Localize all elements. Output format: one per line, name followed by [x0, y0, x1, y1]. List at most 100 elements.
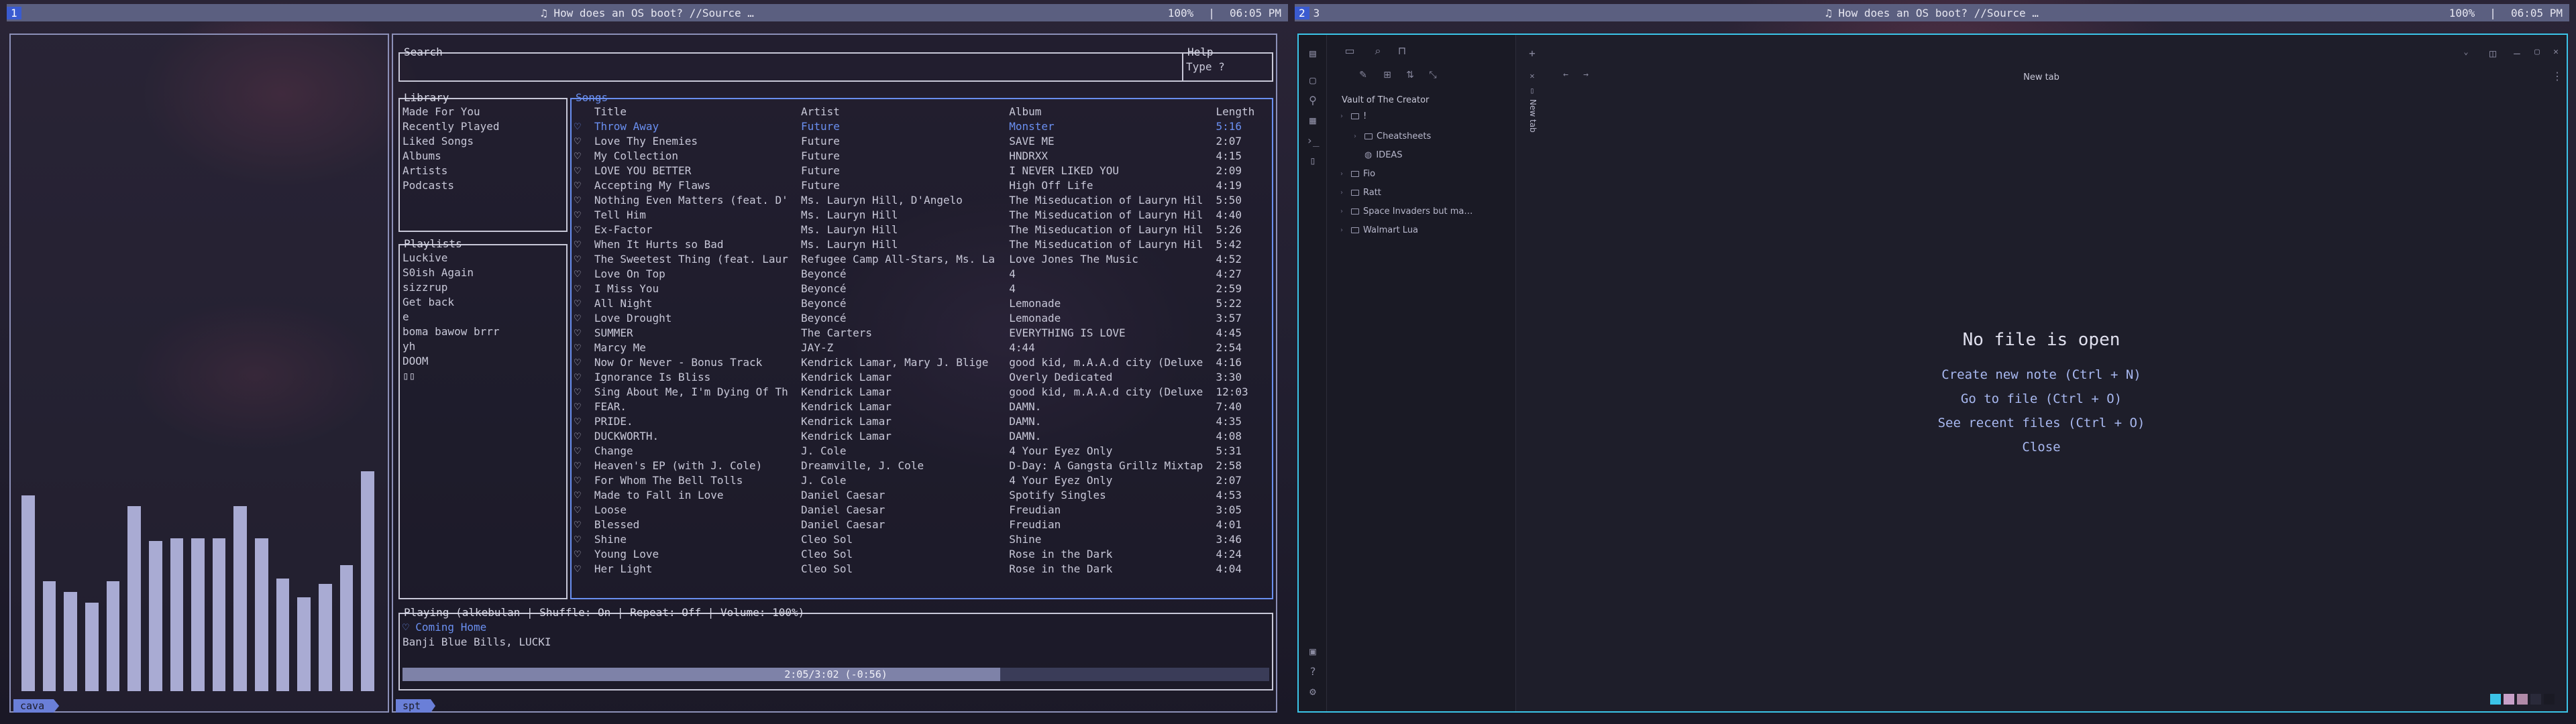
color-swatch[interactable]: [2530, 694, 2541, 705]
heart-icon[interactable]: ♡: [574, 459, 594, 473]
heart-icon[interactable]: ♡: [574, 119, 594, 134]
workspace-3[interactable]: 3: [1309, 7, 1324, 19]
table-row[interactable]: ♡ When It Hurts so Bad Ms. Lauryn Hill The …: [574, 237, 1269, 252]
heart-icon[interactable]: ♡: [574, 164, 594, 178]
playlist-item[interactable]: sizzrup: [402, 280, 564, 295]
library-item[interactable]: Made For You: [402, 105, 564, 119]
table-row[interactable]: ♡ Made to Fall in Love Daniel Caesar Spotif…: [574, 488, 1269, 503]
heart-icon[interactable]: ♡: [574, 488, 594, 503]
heart-icon[interactable]: ♡: [574, 503, 594, 518]
chevron-right-icon[interactable]: ›: [1354, 133, 1360, 140]
heart-icon[interactable]: ♡: [574, 400, 594, 414]
file-tree-item[interactable]: › Ratt: [1340, 188, 1381, 198]
heart-icon[interactable]: ♡: [574, 252, 594, 267]
table-row[interactable]: ♡ Change J. Cole 4 Your Eyez Only 5:31: [574, 444, 1269, 459]
heart-icon[interactable]: ♡: [574, 223, 594, 237]
chevron-right-icon[interactable]: ›: [1340, 227, 1347, 234]
library-item[interactable]: Recently Played: [402, 119, 564, 134]
heart-icon[interactable]: ♡: [574, 562, 594, 577]
sidebar-toggle-icon[interactable]: ▤: [1306, 47, 1320, 60]
playlists-panel[interactable]: Playlists Luckive S0ish Again sizzrup Get b…: [398, 238, 568, 599]
column-header[interactable]: Artist: [801, 105, 1009, 119]
column-header[interactable]: Title: [594, 105, 801, 119]
heart-icon[interactable]: ♡: [574, 326, 594, 341]
terminal-icon[interactable]: ›_: [1306, 134, 1320, 147]
daily-note-icon[interactable]: ▯: [1306, 154, 1320, 167]
heart-icon[interactable]: ♡: [574, 193, 594, 208]
workspace-1[interactable]: 1: [7, 6, 21, 19]
heart-icon[interactable]: ♡: [574, 518, 594, 532]
minimize-icon[interactable]: –: [2510, 47, 2524, 60]
table-row[interactable]: ♡ Love Drought Beyoncé Lemonade 3:57: [574, 311, 1269, 326]
create-note-link[interactable]: Create new note (Ctrl + N): [1516, 367, 2567, 382]
chevron-right-icon[interactable]: ›: [1340, 170, 1347, 178]
heart-icon[interactable]: ♡: [574, 532, 594, 547]
table-row[interactable]: ♡ Ignorance Is Bliss Kendrick Lamar Overly …: [574, 370, 1269, 385]
table-row[interactable]: ♡ Throw Away Future Monster 5:16: [574, 119, 1269, 134]
table-row[interactable]: ♡ Love On Top Beyoncé 4 4:27: [574, 267, 1269, 282]
help-icon[interactable]: ?: [1306, 665, 1320, 678]
graph-icon[interactable]: ⚲: [1306, 94, 1320, 107]
new-note-icon[interactable]: ▢: [1306, 74, 1320, 86]
table-row[interactable]: ♡ PRIDE. Kendrick Lamar DAMN. 4:35: [574, 414, 1269, 429]
heart-icon[interactable]: ♡: [574, 429, 594, 444]
library-item[interactable]: Albums: [402, 149, 564, 164]
column-header[interactable]: Album: [1009, 105, 1216, 119]
table-row[interactable]: ♡ I Miss You Beyoncé 4 2:59: [574, 282, 1269, 296]
color-swatch[interactable]: [2517, 694, 2528, 705]
sidebar-right-icon[interactable]: ◫: [2486, 47, 2500, 60]
playback-panel[interactable]: Playing (alkebulan | Shuffle: On | Repea…: [398, 607, 1273, 690]
table-row[interactable]: ♡ Tell Him Ms. Lauryn Hill The Miseducation…: [574, 208, 1269, 223]
playlist-item[interactable]: DOOM: [402, 354, 564, 369]
table-row[interactable]: ♡ Her Light Cleo Sol Rose in the Dark 4:04: [574, 562, 1269, 577]
new-folder-icon[interactable]: ⊞: [1381, 70, 1394, 80]
maximize-icon[interactable]: ▢: [2530, 47, 2544, 57]
close-link[interactable]: Close: [1516, 440, 2567, 455]
color-swatch[interactable]: [2544, 694, 2555, 705]
more-options-icon[interactable]: ⋮: [2551, 70, 2564, 82]
file-tree-item[interactable]: ◍ IDEAS: [1354, 150, 1403, 160]
heart-icon[interactable]: ♡: [574, 547, 594, 562]
canvas-icon[interactable]: ▦: [1306, 114, 1320, 127]
heart-icon[interactable]: ♡: [574, 444, 594, 459]
playback-progress-bar[interactable]: 2:05/3:02 (-0:56): [402, 668, 1269, 681]
heart-icon[interactable]: ♡: [574, 237, 594, 252]
collapse-icon[interactable]: ⤡: [1426, 70, 1440, 80]
library-item[interactable]: Liked Songs: [402, 134, 564, 149]
cava-window[interactable]: cava: [9, 34, 389, 713]
chevron-right-icon[interactable]: ›: [1340, 208, 1347, 215]
search-tab-icon[interactable]: ⌕: [1371, 44, 1385, 58]
table-row[interactable]: ♡ The Sweetest Thing (feat. Laur Refugee C…: [574, 252, 1269, 267]
table-row[interactable]: ♡ Blessed Daniel Caesar Freudian 4:01: [574, 518, 1269, 532]
playlist-item[interactable]: yh: [402, 339, 564, 354]
chevron-down-icon[interactable]: ⌄: [2459, 47, 2473, 56]
library-item[interactable]: Artists: [402, 164, 564, 178]
file-tree-item[interactable]: › Space Invaders but ma…: [1340, 206, 1472, 217]
file-tree-item[interactable]: › Fio: [1340, 169, 1375, 179]
files-tab-icon[interactable]: ▭: [1343, 44, 1356, 57]
heart-icon[interactable]: ♡: [574, 355, 594, 370]
table-row[interactable]: ♡ SUMMER The Carters EVERYTHING IS LOVE 4:45: [574, 326, 1269, 341]
color-swatch[interactable]: [2504, 694, 2514, 705]
new-note-icon[interactable]: ✎: [1356, 70, 1370, 80]
table-row[interactable]: ♡ DUCKWORTH. Kendrick Lamar DAMN. 4:08: [574, 429, 1269, 444]
heart-icon[interactable]: ♡: [574, 473, 594, 488]
bookmark-icon[interactable]: ⊓: [1395, 44, 1409, 57]
help-box[interactable]: Help Type ?: [1182, 46, 1273, 82]
library-item[interactable]: Podcasts: [402, 178, 564, 193]
heart-icon[interactable]: ♡: [574, 134, 594, 149]
table-row[interactable]: ♡ All Night Beyoncé Lemonade 5:22: [574, 296, 1269, 311]
table-row[interactable]: ♡ Heaven's EP (with J. Cole) Dreamville, J…: [574, 459, 1269, 473]
vault-switch-icon[interactable]: ▣: [1306, 645, 1320, 658]
search-box[interactable]: Search: [398, 46, 1183, 82]
heart-icon[interactable]: ♡: [574, 296, 594, 311]
heart-icon[interactable]: ♡: [574, 208, 594, 223]
vault-name[interactable]: Vault of The Creator: [1342, 95, 1429, 105]
volume-indicator[interactable]: 100%: [2449, 7, 2475, 19]
table-row[interactable]: ♡ Now Or Never - Bonus Track Kendrick Lama…: [574, 355, 1269, 370]
chevron-right-icon[interactable]: ›: [1340, 189, 1347, 196]
table-row[interactable]: ♡ LOVE YOU BETTER Future I NEVER LIKED YOU 2…: [574, 164, 1269, 178]
table-row[interactable]: ♡ Love Thy Enemies Future SAVE ME 2:07: [574, 134, 1269, 149]
obsidian-window[interactable]: ▤ ▢ ⚲ ▦ ›_ ▯ ▣ ? ⚙ ▭ ⌕ ⊓ ✎ ⊞ ⇅ ⤡ Vault o…: [1297, 34, 2568, 713]
go-to-file-link[interactable]: Go to file (Ctrl + O): [1516, 391, 2567, 406]
